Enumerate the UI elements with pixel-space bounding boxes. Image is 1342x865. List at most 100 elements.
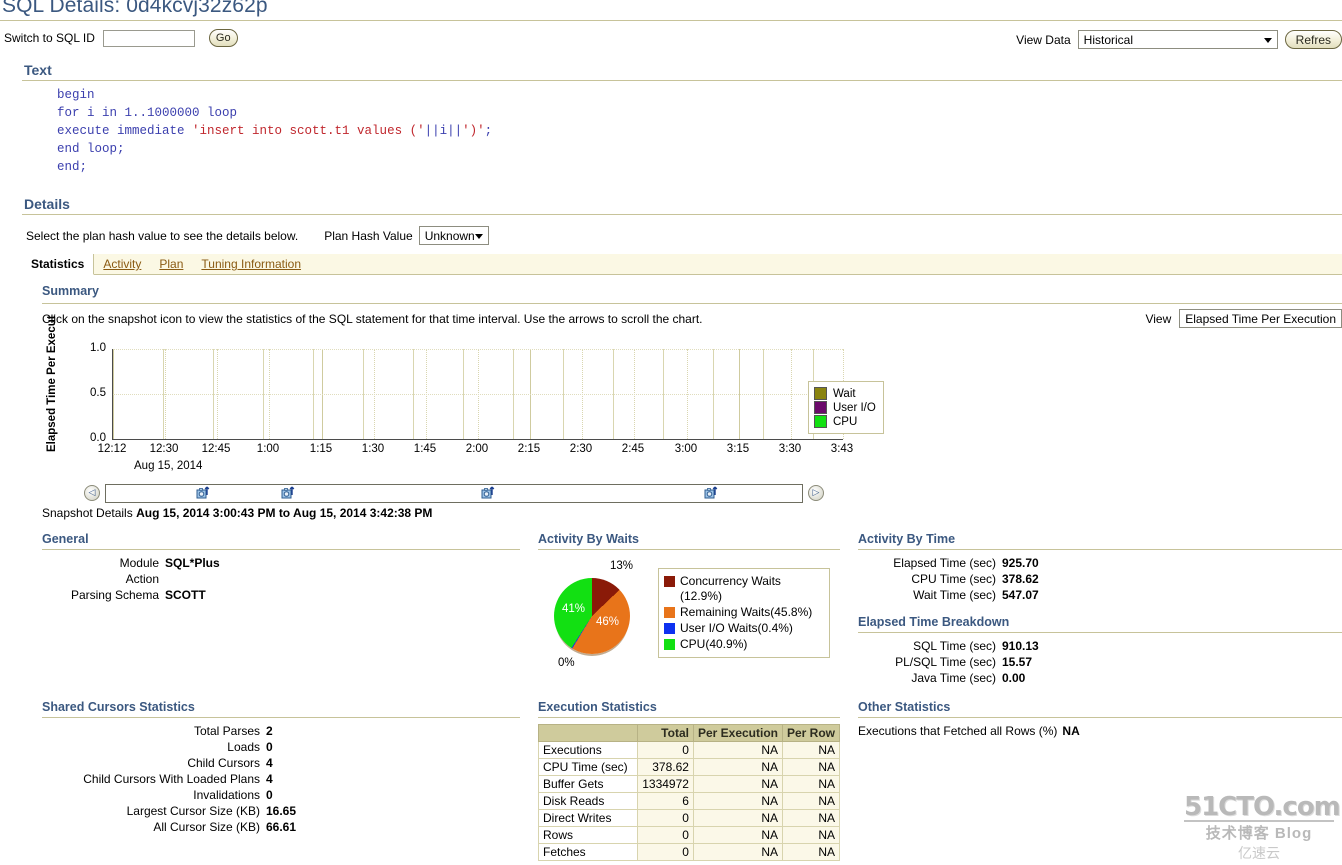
view-data-select[interactable]: Historical xyxy=(1077,30,1278,49)
stat-row: Java Time (sec) 0.00 xyxy=(858,670,1342,686)
stat-label: Java Time (sec) xyxy=(911,671,996,685)
pie-legend: Concurrency Waits (12.9%) Remaining Waits… xyxy=(658,568,830,658)
table-cell: 0 xyxy=(637,843,694,861)
table-row: Rows 0 NA NA xyxy=(537,826,841,844)
snapshot-camera-icon[interactable] xyxy=(196,486,210,500)
go-button[interactable]: Go xyxy=(208,29,238,47)
table-row: Buffer Gets 1334972 NA NA xyxy=(537,775,841,793)
watermark-line-3: 亿速云 xyxy=(1238,845,1280,861)
pie-legend-swatch xyxy=(664,576,675,587)
legend-swatch xyxy=(814,415,827,428)
sql-details-page: SQL Details: 0d4kcvj32z62p Switch to SQL… xyxy=(0,0,1342,865)
tab-plan[interactable]: Plan xyxy=(150,254,192,274)
pie-legend-label: Remaining Waits(45.8%) xyxy=(680,605,813,619)
tab-tuning-information[interactable]: Tuning Information xyxy=(192,254,310,274)
refresh-button[interactable]: Refres xyxy=(1284,30,1342,49)
scroll-right-icon[interactable]: ▷ xyxy=(808,485,824,501)
sql-line: end loop; xyxy=(57,140,492,158)
snapshot-camera-icon[interactable] xyxy=(704,486,718,500)
stat-value: 0 xyxy=(266,740,273,754)
chart-view-label: View xyxy=(1145,311,1172,326)
table-row: Direct Writes 0 NA NA xyxy=(537,809,841,827)
legend-swatch xyxy=(814,401,827,414)
plan-hash-select[interactable]: Unknown xyxy=(418,226,489,245)
sql-token: ')' xyxy=(462,124,485,138)
details-section-heading: Details xyxy=(24,196,70,212)
other-statistics-section: Other Statistics Executions that Fetched… xyxy=(858,700,1342,739)
table-cell: Rows xyxy=(537,826,639,844)
table-cell: NA xyxy=(781,775,841,793)
pie-legend-item: User I/O Waits(0.4%) xyxy=(664,621,821,636)
execution-statistics-divider xyxy=(538,717,840,718)
stat-value: NA xyxy=(1062,724,1080,738)
chart-x-tick: 3:43 xyxy=(830,443,854,455)
scroll-left-icon[interactable]: ◁ xyxy=(84,485,100,501)
stat-label: Wait Time (sec) xyxy=(913,588,996,602)
stat-label: Total Parses xyxy=(193,724,260,738)
legend-item: CPU xyxy=(814,415,876,428)
stat-value: 15.57 xyxy=(1002,655,1033,669)
chart-view-row: View Elapsed Time Per Execution xyxy=(1145,309,1342,328)
chart-view-select[interactable]: Elapsed Time Per Execution xyxy=(1179,309,1342,328)
chart-scroller: ◁ ▷ xyxy=(84,483,824,503)
chart-y-tick: 1.0 xyxy=(90,342,106,354)
chart-x-tick: 3:00 xyxy=(674,443,698,455)
stat-row: Action xyxy=(42,571,520,587)
chart-x-tick: 1:30 xyxy=(361,443,385,455)
pie-legend-swatch xyxy=(664,607,675,618)
stat-label: Child Cursors With Loaded Plans xyxy=(83,772,260,786)
table-cell: Fetches xyxy=(537,843,639,861)
chart-x-axis-label: Aug 15, 2014 xyxy=(134,460,203,472)
pie-legend-label: Concurrency Waits (12.9%) xyxy=(680,574,781,603)
other-statistics-divider xyxy=(858,717,1342,718)
table-cell: NA xyxy=(692,758,783,776)
text-section-heading: Text xyxy=(24,62,52,78)
elapsed-time-chart: Elapsed Time Per Execut 0.0 0.5 1.0 12:12 1… xyxy=(42,315,853,472)
chart-gridline xyxy=(113,349,843,351)
table-cell: NA xyxy=(692,741,783,759)
snapshot-camera-icon[interactable] xyxy=(281,486,295,500)
view-data-label: View Data xyxy=(1016,32,1071,47)
stat-label: Elapsed Time (sec) xyxy=(893,556,996,570)
text-section-divider xyxy=(22,80,1342,81)
pie-slice-label-concurrency: 13% xyxy=(610,560,634,572)
stat-label: Largest Cursor Size (KB) xyxy=(126,804,260,818)
pie-legend-item: Concurrency Waits (12.9%) xyxy=(664,574,821,604)
stat-row: Wait Time (sec) 547.07 xyxy=(858,587,1342,603)
activity-by-time-section: Activity By Time Elapsed Time (sec) 925.7… xyxy=(858,532,1342,686)
legend-item: Wait xyxy=(814,387,876,400)
title-divider xyxy=(0,20,1342,21)
summary-description: Click on the snapshot icon to view the s… xyxy=(42,312,703,326)
elapsed-time-breakdown-rows: SQL Time (sec) 910.13 PL/SQL Time (sec) 15.… xyxy=(858,638,1342,686)
tab-activity[interactable]: Activity xyxy=(94,254,150,274)
elapsed-time-breakdown-divider xyxy=(858,632,1342,633)
legend-label: User I/O xyxy=(833,401,876,414)
other-statistics-rows: Executions that Fetched all Rows (%) NA xyxy=(858,723,1342,739)
stat-value: 0.00 xyxy=(1002,671,1026,685)
stat-value: 547.07 xyxy=(1002,588,1039,602)
execution-statistics-heading: Execution Statistics xyxy=(538,700,657,714)
table-cell: Buffer Gets xyxy=(537,775,639,793)
sql-token: execute immediate xyxy=(57,124,193,138)
stat-label: PL/SQL Time (sec) xyxy=(895,655,996,669)
stat-label: Executions that Fetched all Rows (%) xyxy=(858,724,1058,738)
summary-divider xyxy=(42,303,1342,304)
other-statistics-heading: Other Statistics xyxy=(858,700,951,714)
table-cell: 0 xyxy=(637,809,694,827)
chevron-down-icon xyxy=(474,233,483,239)
general-section: General Module SQL*Plus Action Parsing Sche… xyxy=(42,532,520,603)
stat-row: CPU Time (sec) 378.62 xyxy=(858,571,1342,587)
chart-x-tick: 3:15 xyxy=(726,443,750,455)
snapshot-camera-icon[interactable] xyxy=(481,486,495,500)
sql-id-input[interactable] xyxy=(102,29,195,47)
tab-statistics[interactable]: Statistics xyxy=(22,254,95,275)
table-cell: Direct Writes xyxy=(537,809,639,827)
page-title: SQL Details: 0d4kcvj32z62p xyxy=(2,0,268,17)
table-row: Executions 0 NA NA xyxy=(537,741,841,759)
table-cell: NA xyxy=(692,775,783,793)
chart-scroll-track[interactable] xyxy=(105,483,803,503)
stat-label: Module xyxy=(119,556,159,570)
legend-label: Wait xyxy=(833,387,856,400)
stat-row: SQL Time (sec) 910.13 xyxy=(858,638,1342,654)
stat-row: Module SQL*Plus xyxy=(42,555,520,571)
